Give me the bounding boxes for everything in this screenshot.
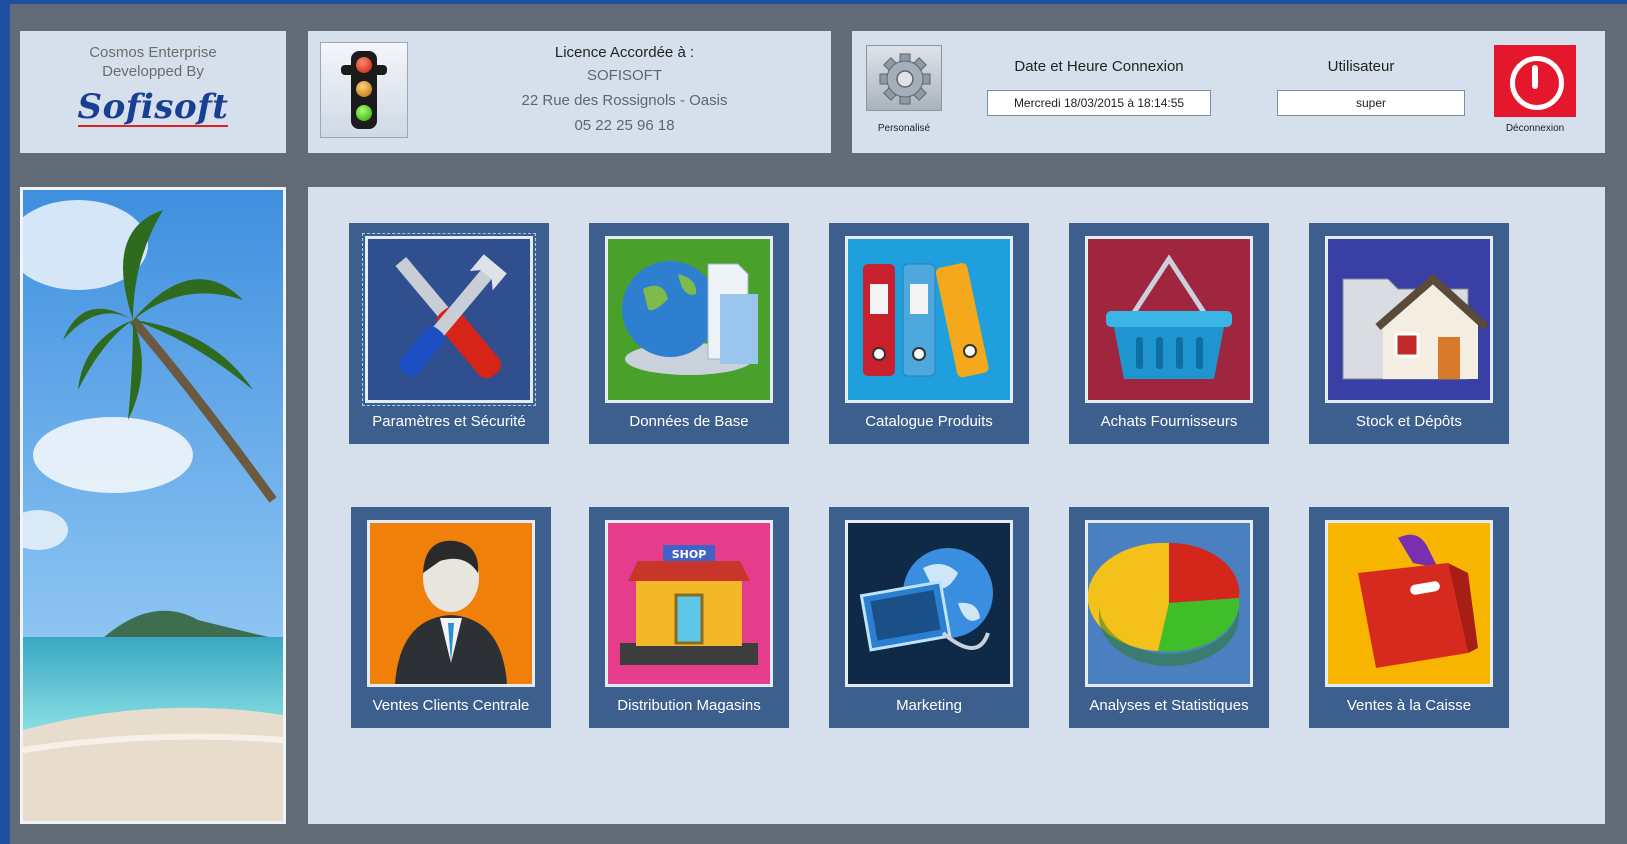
user-label: Utilisateur (1327, 58, 1395, 75)
brand-panel: Cosmos Enterprise Developped By Sofisoft (20, 31, 286, 153)
module-label: Données de Base (629, 413, 749, 430)
module-distribution-magasins[interactable]: SHOP Distribution Magasins (589, 507, 789, 728)
module-label: Analyses et Statistiques (1089, 697, 1249, 714)
binders-icon (845, 236, 1013, 403)
license-company: SOFISOFT (587, 67, 662, 84)
module-donnees-base[interactable]: Données de Base (589, 223, 789, 444)
module-catalogue-produits[interactable]: Catalogue Produits (829, 223, 1029, 444)
logout-label: Déconnexion (1505, 123, 1565, 134)
module-achats-fournisseurs[interactable]: Achats Fournisseurs (1069, 223, 1269, 444)
beach-image (20, 187, 286, 824)
datetime-label: Date et Heure Connexion (1014, 58, 1184, 75)
globe-monitor-icon (845, 520, 1013, 687)
module-ventes-clients-centrale[interactable]: Ventes Clients Centrale (351, 507, 551, 728)
shop-sign: SHOP (672, 548, 707, 561)
logout-button[interactable] (1494, 45, 1576, 117)
module-label: Ventes Clients Centrale (372, 697, 530, 714)
globe-folder-icon (605, 236, 773, 403)
product-name: Cosmos Enterprise (89, 44, 217, 61)
gear-icon (879, 53, 931, 105)
datetime-field: Mercredi 18/03/2015 à 18:14:55 (987, 90, 1211, 116)
pie-chart-icon (1085, 520, 1253, 687)
shop-icon: SHOP (605, 520, 773, 687)
status-button[interactable] (320, 42, 408, 138)
module-label: Stock et Dépôts (1356, 413, 1462, 430)
personalize-label: Personalisé (877, 123, 931, 134)
module-label: Distribution Magasins (617, 697, 761, 714)
module-parametres-securite[interactable]: Paramètres et Sécurité (349, 223, 549, 444)
license-title: Licence Accordée à : (554, 44, 695, 61)
module-label: Ventes à la Caisse (1346, 697, 1472, 714)
tools-icon (362, 233, 536, 406)
sofisoft-logo: Sofisoft (77, 87, 229, 127)
module-label: Paramètres et Sécurité (372, 413, 526, 430)
businessman-icon (367, 520, 535, 687)
license-address: 22 Rue des Rossignols - Oasis (521, 92, 728, 109)
module-marketing[interactable]: Marketing (829, 507, 1029, 728)
user-field: super (1277, 90, 1465, 116)
personalize-button[interactable] (866, 45, 942, 111)
license-phone: 05 22 25 96 18 (574, 117, 675, 134)
module-label: Catalogue Produits (865, 413, 993, 430)
traffic-light-icon (341, 51, 387, 129)
license-panel: Licence Accordée à : SOFISOFT 22 Rue des… (308, 31, 831, 153)
module-grid: Paramètres et Sécurité Données de Base C… (308, 187, 1605, 824)
shopping-bag-icon (1325, 520, 1493, 687)
module-ventes-caisse[interactable]: Ventes à la Caisse (1309, 507, 1509, 728)
basket-icon (1085, 236, 1253, 403)
module-label: Marketing (896, 697, 962, 714)
session-panel: Personalisé Date et Heure Connexion Merc… (852, 31, 1605, 153)
house-folder-icon (1325, 236, 1493, 403)
module-stock-depots[interactable]: Stock et Dépôts (1309, 223, 1509, 444)
module-label: Achats Fournisseurs (1100, 413, 1238, 430)
module-analyses-statistiques[interactable]: Analyses et Statistiques (1069, 507, 1269, 728)
developer-caption: Developped By (102, 63, 204, 80)
